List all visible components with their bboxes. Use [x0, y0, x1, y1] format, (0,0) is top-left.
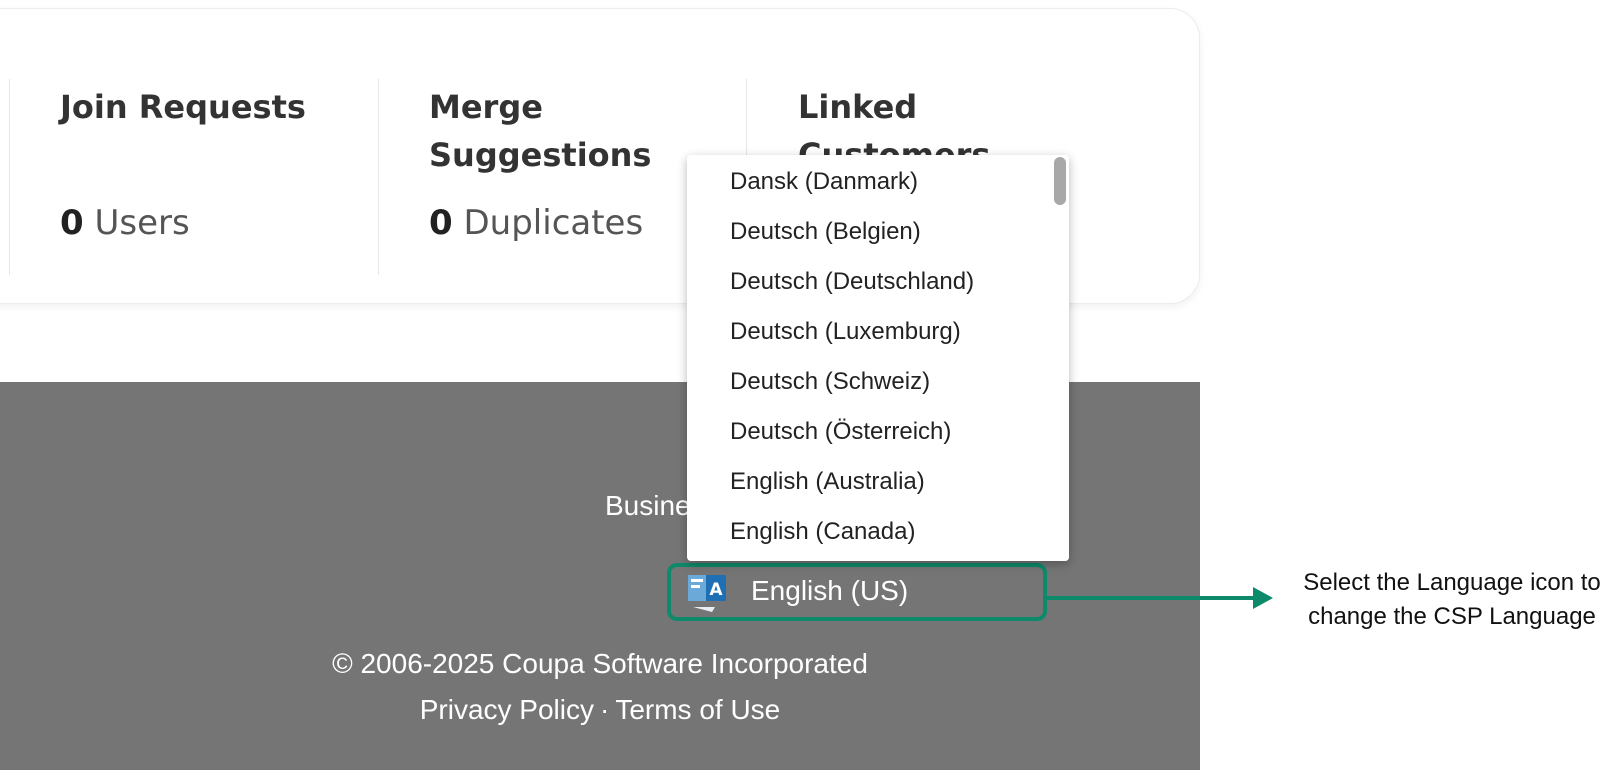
annotation-arrow — [1047, 596, 1259, 600]
annotation-arrow-head — [1253, 587, 1273, 609]
divider — [9, 79, 10, 275]
language-option[interactable]: Deutsch (Schweiz) — [687, 357, 1069, 407]
dropdown-scrollbar[interactable] — [1051, 155, 1069, 561]
language-option[interactable]: Deutsch (Luxemburg) — [687, 307, 1069, 357]
copyright-text: © 2006-2025 Coupa Software Incorporated — [332, 648, 868, 679]
language-option[interactable]: Deutsch (Deutschland) — [687, 257, 1069, 307]
annotation-line-1: Select the Language icon to — [1303, 569, 1601, 596]
merge-suggestions-value[interactable]: 0 Duplicates — [429, 201, 643, 245]
privacy-policy-link[interactable]: Privacy Policy — [420, 694, 594, 725]
language-icon[interactable]: A — [685, 571, 729, 615]
link-separator: · — [600, 694, 610, 725]
footer-links: Privacy Policy · Terms of Use — [0, 694, 1200, 726]
language-option[interactable]: Deutsch (Österreich) — [687, 407, 1069, 457]
annotation-line-2: change the CSP Language — [1308, 603, 1596, 630]
merge-suggestions-title[interactable]: Merge Suggestions — [429, 83, 689, 179]
annotation-callout: Select the Language icon to change the C… — [1280, 566, 1624, 634]
footer-business-link[interactable]: Busine — [605, 490, 691, 522]
language-option[interactable]: English (Australia) — [687, 457, 1069, 507]
language-dropdown[interactable]: Dansk (Danmark) Deutsch (Belgien) Deutsc… — [687, 155, 1069, 561]
join-requests-count: 0 — [60, 203, 84, 243]
merge-suggestions-count: 0 — [429, 203, 453, 243]
join-requests-value[interactable]: 0 Users — [60, 201, 190, 245]
language-option-list: Dansk (Danmark) Deutsch (Belgien) Deutsc… — [687, 157, 1069, 557]
terms-of-use-link[interactable]: Terms of Use — [615, 694, 780, 725]
language-option[interactable]: Deutsch (Belgien) — [687, 207, 1069, 257]
join-requests-unit: Users — [94, 203, 190, 243]
svg-text:A: A — [709, 580, 723, 600]
current-language-label: English (US) — [751, 575, 909, 606]
join-requests-title[interactable]: Join Requests — [60, 83, 390, 131]
language-option[interactable]: English (Canada) — [687, 507, 1069, 557]
merge-suggestions-unit: Duplicates — [463, 203, 644, 243]
language-selector[interactable]: A English (US) — [667, 563, 1047, 621]
language-option[interactable]: Dansk (Danmark) — [687, 157, 1069, 207]
dropdown-scrollbar-thumb[interactable] — [1054, 157, 1066, 205]
